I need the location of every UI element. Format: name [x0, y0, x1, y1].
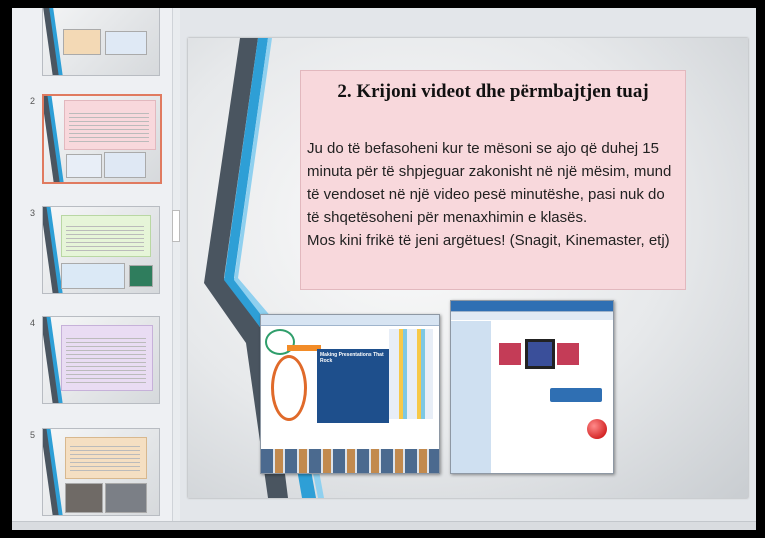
body-line: Mos kini frikë të jeni argëtues! (Snagit…: [307, 232, 670, 249]
thumb-photo: [65, 483, 103, 513]
thumb-text-lines: [66, 338, 146, 384]
thumb-text-box: [61, 215, 151, 257]
orange-ring: [271, 355, 307, 421]
body-line: minuta për të shpjeguar zakonisht në një…: [307, 163, 672, 180]
tool-icon: [555, 341, 581, 367]
thumbnail-image[interactable]: [42, 206, 160, 294]
thumb-text-box: [61, 325, 153, 391]
thumb-photo: [105, 483, 147, 513]
thumb-image-box: [63, 29, 101, 55]
blue-slide-panel: Making Presentations That Rock: [317, 349, 389, 423]
slide-editing-area: 2. Krijoni videot dhe përmbajtjen tuaj J…: [180, 8, 756, 530]
slide-thumbnails-pane[interactable]: 2 3 4 5: [12, 8, 173, 530]
thumbnail-number: 4: [30, 318, 36, 328]
screenshot-presentation-app[interactable]: Making Presentations That Rock: [260, 314, 440, 474]
status-bar: [12, 521, 756, 530]
thumb-image-box: [66, 154, 102, 178]
thumb-text-lines: [66, 226, 144, 252]
screenshot-titlebar: [451, 301, 613, 312]
callout-label: [549, 387, 603, 403]
thumb-text-box: [65, 437, 147, 479]
filmstrip: [261, 449, 439, 473]
screenshot-titlebar: [261, 315, 439, 326]
orange-bar: [287, 345, 321, 351]
thumb-text-lines: [69, 113, 149, 143]
thumbnail-number: 2: [30, 96, 36, 106]
menu-bar: [451, 312, 613, 320]
thumbnail-image[interactable]: [42, 316, 160, 404]
thumb-text-lines: [70, 446, 140, 472]
thumb-image-box: [104, 152, 146, 178]
color-palette: [389, 329, 433, 419]
thumbnail-image[interactable]: [42, 8, 160, 76]
screenshot-snagit-app[interactable]: [450, 300, 614, 474]
body-line: Ju do të befasoheni kur te mësoni se ajo…: [307, 140, 659, 157]
tool-icon: [497, 341, 523, 367]
thumb-text-box: [64, 100, 156, 150]
thumb-image-box: [129, 265, 153, 287]
thumbnail-number: 3: [30, 208, 36, 218]
thumb-image-box: [105, 31, 147, 55]
red-record-button: [587, 419, 607, 439]
slide-title: 2. Krijoni videot dhe përmbajtjen tuaj: [337, 81, 649, 102]
current-slide[interactable]: 2. Krijoni videot dhe përmbajtjen tuaj J…: [188, 38, 748, 498]
tool-icon-selected: [525, 339, 555, 369]
thumb-image-box: [61, 263, 125, 289]
body-line: të shqetësoheni për menaxhimin e klasës.: [307, 209, 588, 226]
powerpoint-window: 2 3 4 5 2. Krijoni videot dhe përmbajtje…: [12, 8, 756, 530]
thumbnail-image-selected[interactable]: [42, 94, 162, 184]
slide-body: Ju do të befasoheni kur te mësoni se ajo…: [307, 137, 683, 252]
logo-circle: [265, 329, 295, 355]
side-panel: [451, 321, 491, 473]
thumbnail-number: 5: [30, 430, 36, 440]
body-line: të vendoset në një video pesë minutëshe,…: [307, 186, 665, 203]
pane-splitter-handle[interactable]: [172, 210, 180, 242]
content-text-box[interactable]: 2. Krijoni videot dhe përmbajtjen tuaj J…: [300, 70, 686, 290]
thumbnail-image[interactable]: [42, 428, 160, 516]
